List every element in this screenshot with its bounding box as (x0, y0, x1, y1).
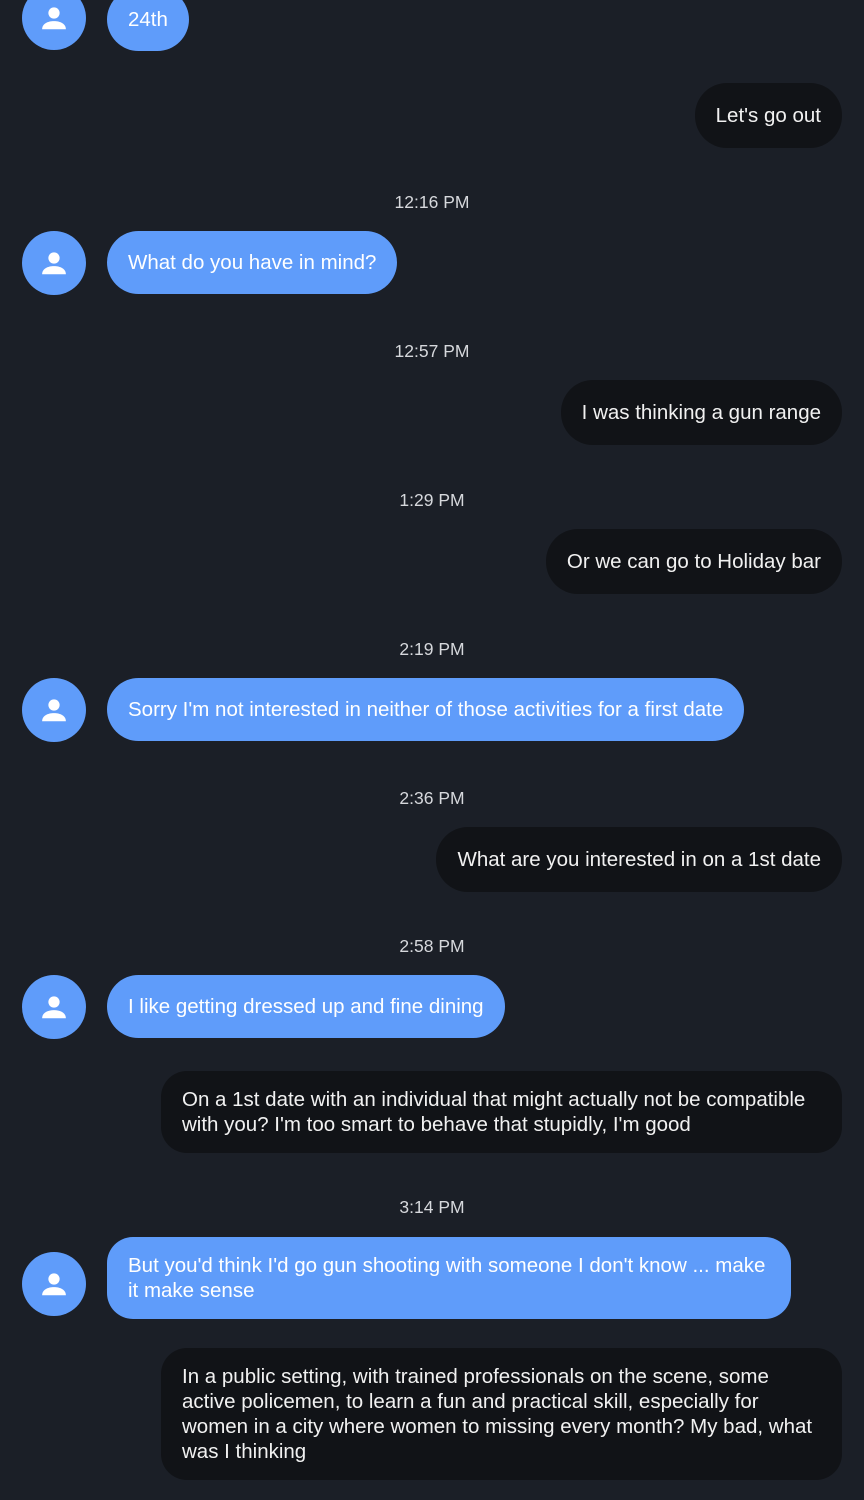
message-bubble-outgoing[interactable]: I was thinking a gun range (560, 380, 842, 445)
timestamp: 3:14 PM (399, 1197, 465, 1217)
contact-avatar[interactable] (22, 678, 86, 742)
message-bubble-outgoing[interactable]: In a public setting, with trained profes… (161, 1348, 842, 1480)
person-icon (42, 1273, 66, 1296)
message-bubble-outgoing[interactable]: What are you interested in on a 1st date (436, 827, 842, 892)
contact-avatar[interactable] (22, 1252, 86, 1316)
contact-avatar[interactable] (22, 975, 86, 1039)
person-icon (42, 252, 66, 275)
timestamp: 12:57 PM (394, 341, 470, 361)
person-icon (42, 7, 66, 30)
message-bubble-incoming[interactable]: What do you have in mind? (107, 231, 398, 294)
contact-avatar[interactable] (22, 0, 86, 50)
message-bubble-outgoing[interactable]: Or we can go to Holiday bar (545, 529, 842, 594)
message-bubble-incoming[interactable]: 24th (107, 0, 189, 51)
person-icon (42, 699, 66, 722)
message-bubble-outgoing[interactable]: Let's go out (694, 83, 842, 148)
message-bubble-incoming[interactable]: I like getting dressed up and fine dinin… (107, 975, 505, 1038)
timestamp: 1:29 PM (399, 490, 465, 510)
message-bubble-incoming[interactable]: Sorry I'm not interested in neither of t… (107, 678, 745, 741)
contact-avatar[interactable] (22, 231, 86, 295)
message-bubble-outgoing[interactable]: On a 1st date with an individual that mi… (161, 1071, 842, 1153)
timestamp: 2:36 PM (399, 788, 465, 808)
timestamp: 2:19 PM (399, 639, 465, 659)
person-icon (42, 996, 66, 1019)
timestamp: 2:58 PM (399, 936, 465, 956)
message-bubble-incoming[interactable]: But you'd think I'd go gun shooting with… (107, 1237, 791, 1319)
timestamp: 12:16 PM (394, 192, 470, 212)
